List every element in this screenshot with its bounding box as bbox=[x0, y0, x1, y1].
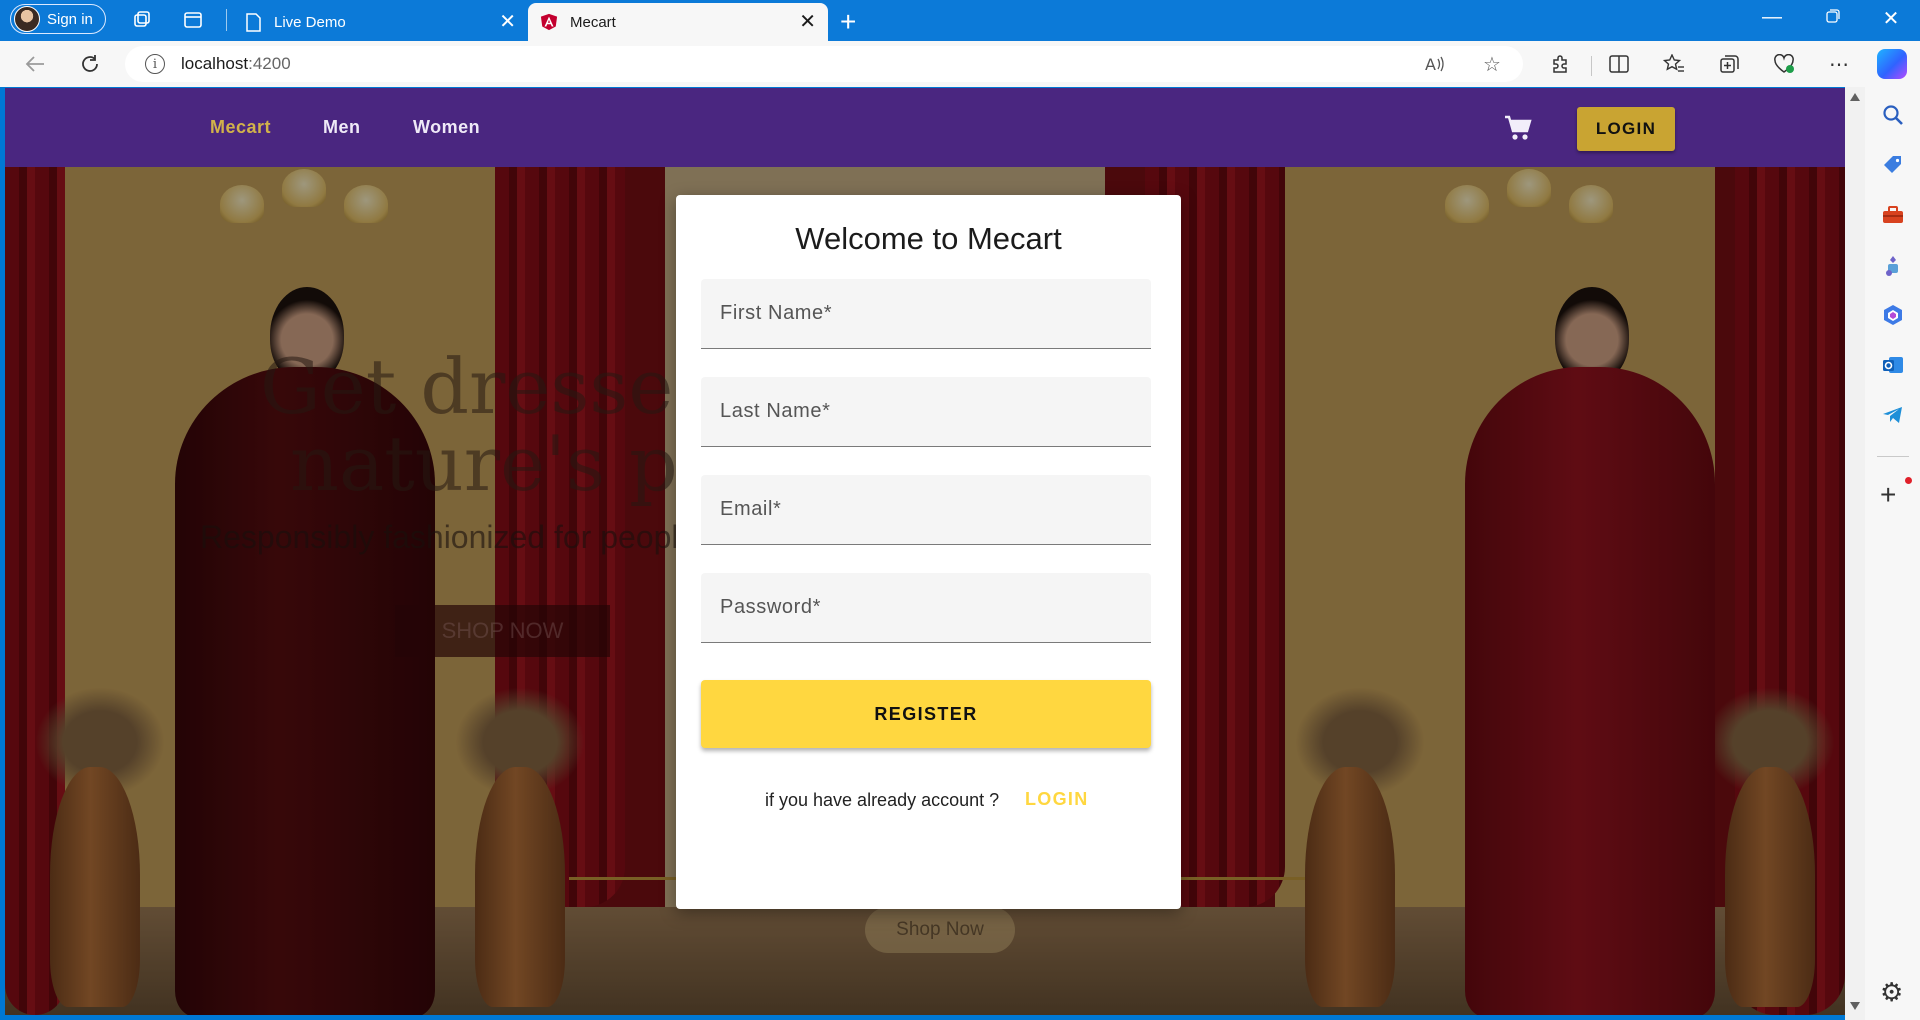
first-name-input[interactable] bbox=[701, 279, 1151, 348]
telegram-icon[interactable] bbox=[1881, 403, 1905, 427]
tab-title: Mecart bbox=[570, 13, 616, 31]
header-login-button[interactable]: LOGIN bbox=[1577, 107, 1675, 151]
email-field[interactable] bbox=[701, 475, 1151, 545]
app-header: Mecart Men Women LOGIN bbox=[5, 88, 1845, 167]
register-card: Welcome to Mecart REGISTER if you have a… bbox=[676, 195, 1181, 909]
games-icon[interactable] bbox=[1881, 253, 1905, 277]
page-viewport: Mecart Men Women LOGIN Get dressed wi na… bbox=[5, 88, 1845, 1015]
notification-dot bbox=[1905, 477, 1912, 484]
split-screen-icon[interactable] bbox=[1605, 50, 1633, 78]
page-scrollbar[interactable] bbox=[1845, 87, 1865, 1020]
tab-mecart[interactable]: Mecart ✕ bbox=[528, 3, 828, 41]
toolbar-separator bbox=[1591, 56, 1592, 76]
minimize-icon[interactable]: — bbox=[1757, 6, 1787, 29]
search-icon[interactable] bbox=[1881, 103, 1905, 127]
shopping-tag-icon[interactable] bbox=[1881, 153, 1905, 177]
scroll-down-arrow-icon[interactable] bbox=[1850, 1002, 1860, 1010]
address-bar[interactable]: i localhost:4200 A ☆ bbox=[125, 46, 1523, 82]
profile-label: Sign in bbox=[47, 10, 93, 28]
profile-button[interactable]: Sign in bbox=[10, 4, 106, 34]
password-field[interactable] bbox=[701, 573, 1151, 643]
browser-essentials-icon[interactable] bbox=[1770, 50, 1798, 78]
already-account-text: if you have already account ? bbox=[765, 790, 1000, 810]
password-input[interactable] bbox=[701, 573, 1151, 642]
copilot-icon[interactable] bbox=[1877, 49, 1907, 79]
edge-sidebar: + ⚙ bbox=[1865, 87, 1920, 1020]
browser-toolbar: i localhost:4200 A ☆ ⋯ bbox=[0, 41, 1920, 87]
add-sidebar-app-icon[interactable]: + bbox=[1880, 479, 1896, 511]
extensions-icon[interactable] bbox=[1546, 50, 1574, 78]
tab-live-demo[interactable]: Live Demo ✕ bbox=[232, 3, 528, 41]
new-tab-button[interactable]: + bbox=[840, 6, 856, 38]
outlook-icon[interactable] bbox=[1881, 353, 1905, 377]
collections-icon[interactable] bbox=[1716, 50, 1744, 78]
restore-icon[interactable] bbox=[1818, 6, 1848, 29]
tools-icon[interactable] bbox=[1881, 203, 1905, 227]
angular-icon bbox=[540, 12, 558, 32]
page-icon bbox=[244, 12, 262, 32]
refresh-icon[interactable] bbox=[75, 49, 105, 79]
url-port: :4200 bbox=[248, 54, 291, 73]
browser-tab-strip: Sign in Live Demo ✕ Mecart ✕ + — ✕ bbox=[0, 0, 1920, 41]
svg-text:A: A bbox=[1425, 55, 1436, 73]
register-button[interactable]: REGISTER bbox=[701, 680, 1151, 748]
read-aloud-icon[interactable]: A bbox=[1421, 50, 1449, 78]
site-info-icon[interactable]: i bbox=[145, 54, 165, 74]
shopping-cart-icon[interactable] bbox=[1503, 114, 1533, 142]
close-tab-icon[interactable]: ✕ bbox=[799, 12, 816, 32]
first-name-field[interactable] bbox=[701, 279, 1151, 349]
login-link[interactable]: LOGIN bbox=[1025, 789, 1089, 810]
close-tab-icon[interactable]: ✕ bbox=[499, 12, 516, 32]
tab-actions-icon[interactable] bbox=[181, 8, 205, 32]
scroll-up-arrow-icon[interactable] bbox=[1850, 93, 1860, 101]
url-host: localhost bbox=[181, 54, 249, 73]
favorites-icon[interactable] bbox=[1660, 50, 1688, 78]
register-title: Welcome to Mecart bbox=[795, 221, 1062, 256]
url-text: localhost:4200 bbox=[181, 54, 291, 74]
microsoft-365-icon[interactable] bbox=[1881, 303, 1905, 327]
tab-strip-separator bbox=[226, 9, 227, 31]
workspaces-icon[interactable] bbox=[130, 8, 154, 32]
tab-title: Live Demo bbox=[274, 13, 346, 31]
favorite-star-icon[interactable]: ☆ bbox=[1478, 50, 1506, 78]
last-name-input[interactable] bbox=[701, 377, 1151, 446]
nav-brand-link[interactable]: Mecart bbox=[210, 117, 271, 138]
back-arrow-icon[interactable] bbox=[20, 49, 50, 79]
more-options-icon[interactable]: ⋯ bbox=[1825, 50, 1853, 78]
close-window-icon[interactable]: ✕ bbox=[1876, 6, 1906, 31]
nav-link-men[interactable]: Men bbox=[323, 117, 361, 138]
sidebar-divider bbox=[1877, 456, 1909, 457]
sidebar-settings-icon[interactable]: ⚙ bbox=[1880, 977, 1903, 1008]
last-name-field[interactable] bbox=[701, 377, 1151, 447]
email-input[interactable] bbox=[701, 475, 1151, 544]
profile-avatar bbox=[14, 6, 40, 32]
nav-link-women[interactable]: Women bbox=[413, 117, 480, 138]
